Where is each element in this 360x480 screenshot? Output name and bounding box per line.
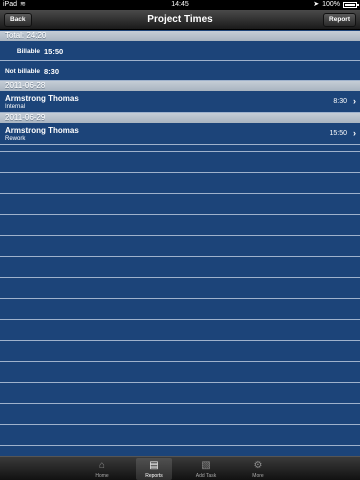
- status-bar: iPad ≋ 14:45 ➤ 100%: [0, 0, 360, 10]
- total-section-header: Total: 24:20: [0, 31, 360, 41]
- tab-more[interactable]: ⚙ More: [240, 458, 276, 480]
- time-entry-row[interactable]: Armstrong Thomas Rework 15:50 ›: [0, 123, 360, 145]
- billable-label: Billable: [16, 48, 40, 55]
- tab-add-task-label: Add Task: [195, 473, 217, 479]
- entry-time: 8:30: [333, 98, 347, 105]
- battery-fill: [345, 4, 355, 6]
- more-icon: ⚙: [253, 460, 263, 471]
- chevron-right-icon: ›: [353, 128, 356, 138]
- billable-value: 15:50: [44, 47, 64, 56]
- not-billable-value: 8:30: [44, 67, 60, 76]
- reports-icon: ▤: [149, 460, 159, 471]
- navigation-bar: Back Project Times Report: [0, 10, 360, 30]
- tab-reports[interactable]: ▤ Reports: [136, 458, 172, 480]
- entry-person-name: Armstrong Thomas: [5, 126, 79, 135]
- chevron-right-icon: ›: [353, 96, 356, 106]
- billable-summary-row: Billable 15:50: [0, 41, 360, 61]
- status-right: ➤ 100%: [313, 0, 359, 10]
- status-time: 14:45: [171, 1, 189, 8]
- tab-bar: ⌂ Home ▤ Reports ▧ Add Task ⚙ More: [0, 456, 360, 480]
- tab-reports-label: Reports: [145, 473, 163, 479]
- project-times-list[interactable]: Total: 24:20 Billable 15:50 Not billable…: [0, 31, 360, 456]
- date-section-header: 2011-06-28: [0, 81, 360, 91]
- entry-time: 15:50: [329, 130, 347, 137]
- tab-home[interactable]: ⌂ Home: [84, 458, 120, 480]
- add-task-icon: ▧: [201, 460, 211, 471]
- tab-home-label: Home: [95, 473, 109, 479]
- time-entry-row[interactable]: Armstrong Thomas Internal 8:30 ›: [0, 91, 360, 113]
- home-icon: ⌂: [98, 460, 106, 471]
- tab-add-task[interactable]: ▧ Add Task: [188, 458, 224, 480]
- entry-person-name: Armstrong Thomas: [5, 94, 79, 103]
- entry-task-name: Rework: [5, 136, 26, 142]
- location-icon: ➤: [313, 1, 320, 8]
- page-title: Project Times: [147, 14, 213, 25]
- not-billable-label: Not billable: [4, 68, 40, 75]
- not-billable-summary-row: Not billable 8:30: [0, 61, 360, 81]
- date-section-header: 2011-06-29: [0, 113, 360, 123]
- report-button[interactable]: Report: [323, 13, 356, 27]
- entry-task-name: Internal: [5, 104, 26, 110]
- battery-icon: [343, 2, 359, 8]
- battery-percent: 100%: [322, 1, 340, 8]
- tab-more-label: More: [252, 473, 264, 479]
